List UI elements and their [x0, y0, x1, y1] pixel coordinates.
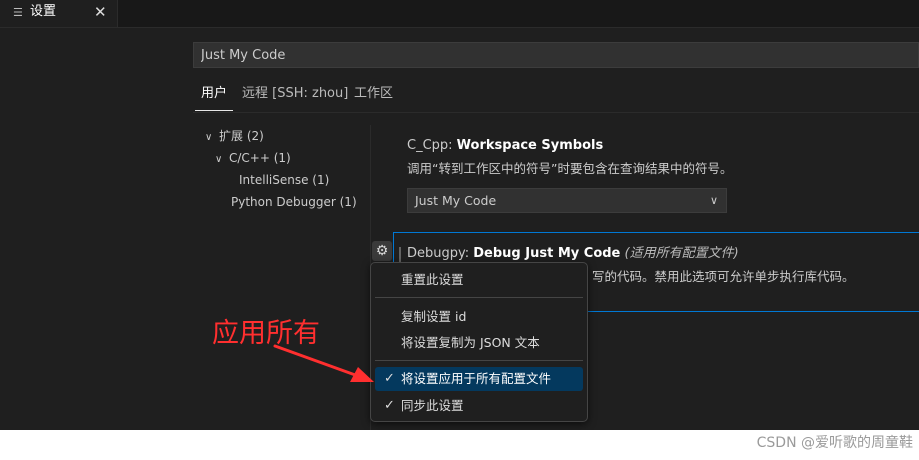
settings-editor: ☰ 设置 ✕ 用户 远程 [SSH: zhou] 工作区 ∨ 扩展 (2) ∨ C/…: [0, 0, 919, 430]
check-icon: ✓: [384, 398, 395, 413]
tab-workspace[interactable]: 工作区: [354, 86, 393, 102]
toc-item-cpp[interactable]: ∨ C/C++ (1): [215, 150, 291, 168]
select-value: Just My Code: [415, 193, 497, 208]
chevron-down-icon: ∨: [205, 132, 213, 143]
setting-scope-note: (适用所有配置文件): [624, 246, 739, 261]
watermark: CSDN @爱听歌的周童鞋: [756, 435, 913, 451]
setting-description: 写的代码。禁用此选项可允许单步执行库代码。: [592, 269, 855, 284]
setting-context-menu: 重置此设置 复制设置 id 将设置复制为 JSON 文本 ✓ 将设置应用于所有配…: [370, 262, 588, 422]
chevron-down-icon: ∨: [709, 194, 718, 207]
modified-indicator: [399, 247, 401, 263]
annotation-arrow-icon: [273, 344, 374, 382]
menu-item-label: 将设置复制为 JSON 文本: [401, 335, 540, 350]
setting-description: 调用“转到工作区中的符号”时要包含在查询结果中的符号。: [407, 161, 733, 176]
menu-item-copy-setting-id[interactable]: 复制设置 id: [375, 305, 583, 329]
toc-item-intellisense[interactable]: IntelliSense (1): [239, 172, 329, 188]
menu-item-label: 同步此设置: [401, 398, 464, 413]
toc-item-label: IntelliSense (1): [239, 173, 330, 187]
menu-item-label: 复制设置 id: [401, 309, 467, 324]
workspace-symbols-select[interactable]: Just My Code ∨: [407, 188, 727, 213]
setting-category: Debugpy:: [407, 246, 474, 261]
chevron-down-icon: ∨: [215, 154, 223, 165]
menu-item-label: 重置此设置: [401, 272, 464, 287]
toc-item-extensions[interactable]: ∨ 扩展 (2): [205, 128, 264, 146]
list-lines-icon: ☰: [13, 6, 23, 19]
tab-settings[interactable]: ☰ 设置 ✕: [0, 0, 118, 27]
toc-item-label: 扩展 (2): [219, 129, 264, 143]
menu-item-label: 将设置应用于所有配置文件: [401, 371, 552, 386]
tab-remote-ssh[interactable]: 远程 [SSH: zhou]: [242, 86, 348, 102]
settings-search-input[interactable]: [193, 42, 919, 68]
tab-title: 设置: [30, 4, 57, 19]
settings-scope-tabs: 用户 远程 [SSH: zhou] 工作区: [193, 80, 919, 113]
setting-category: C_Cpp:: [407, 138, 457, 153]
tab-user[interactable]: 用户: [194, 86, 234, 111]
menu-separator: [375, 297, 583, 298]
menu-item-copy-as-json[interactable]: 将设置复制为 JSON 文本: [375, 331, 583, 355]
gear-icon[interactable]: ⚙: [372, 241, 392, 261]
setting-name: Workspace Symbols: [456, 138, 604, 153]
toc-item-python-debugger[interactable]: Python Debugger (1): [231, 194, 357, 210]
check-icon: ✓: [384, 371, 395, 386]
menu-item-reset-setting[interactable]: 重置此设置: [375, 268, 583, 292]
setting-name: Debug Just My Code: [473, 246, 621, 261]
setting-title-debug-just-my-code: Debugpy: Debug Just My Code (适用所有配置文件): [407, 246, 739, 262]
menu-item-sync-setting[interactable]: ✓ 同步此设置: [375, 394, 583, 418]
editor-tab-bar: ☰ 设置 ✕: [0, 0, 919, 28]
close-icon[interactable]: ✕: [94, 3, 107, 21]
toc-item-label: Python Debugger (1): [231, 195, 357, 209]
menu-separator: [375, 360, 583, 361]
menu-item-apply-all-profiles[interactable]: ✓ 将设置应用于所有配置文件: [375, 367, 583, 391]
setting-title-workspace-symbols: C_Cpp: Workspace Symbols: [407, 138, 603, 154]
toc-item-label: C/C++ (1): [229, 151, 291, 165]
